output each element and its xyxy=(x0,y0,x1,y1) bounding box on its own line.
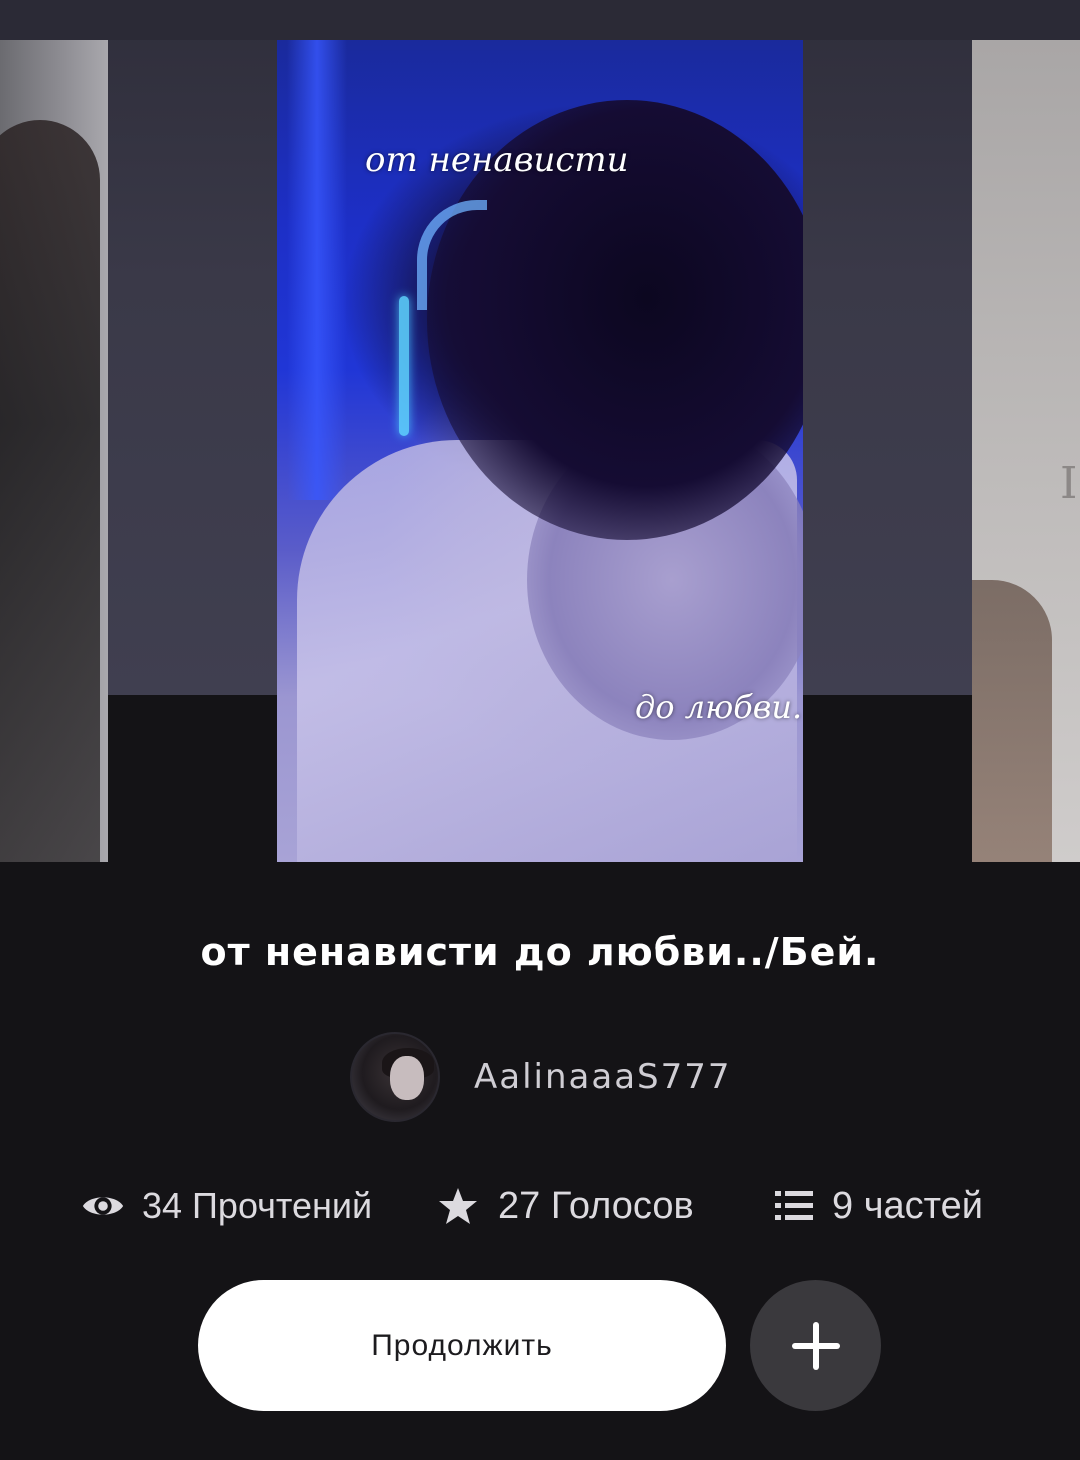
next-story-cover[interactable]: I xyxy=(972,40,1080,862)
votes-count: 27 Голосов xyxy=(498,1184,694,1227)
story-cover[interactable]: от ненависти до любви. xyxy=(277,40,803,862)
author-avatar[interactable] xyxy=(350,1032,440,1122)
cover-letter: I xyxy=(1060,458,1078,509)
headphone-arc xyxy=(417,200,487,310)
parts-stat: 9 частей xyxy=(774,1185,983,1228)
votes-stat: 27 Голосов xyxy=(438,1185,774,1228)
headphone-light xyxy=(399,296,409,436)
cover-caption-bottom: до любви. xyxy=(635,688,803,726)
backdrop-top-strip xyxy=(0,0,1080,40)
cover-light xyxy=(287,40,347,500)
story-detail-screen: I от ненависти до любви. от ненависти до… xyxy=(0,0,1080,1460)
reads-count: 34 Прочтений xyxy=(142,1185,373,1226)
story-title: от ненависти до любви../Бей. xyxy=(200,930,880,974)
eye-icon xyxy=(82,1197,124,1215)
previous-story-cover[interactable] xyxy=(0,40,108,862)
cover-caption-top: от ненависти xyxy=(365,140,629,180)
reads-stat: 34 Прочтений xyxy=(80,1183,438,1229)
list-icon xyxy=(775,1191,813,1220)
author-link[interactable]: AalinaaaS777 xyxy=(350,1032,732,1122)
parts-count: 9 частей xyxy=(832,1184,983,1227)
cover-figure xyxy=(0,120,100,862)
author-name[interactable]: AalinaaaS777 xyxy=(474,1057,732,1097)
story-stats: 34 Прочтений 27 Голосов 9 частей xyxy=(80,1176,1020,1236)
star-icon xyxy=(439,1188,477,1224)
plus-icon xyxy=(791,1321,840,1370)
continue-reading-button[interactable]: Продолжить xyxy=(198,1280,726,1411)
cover-figure xyxy=(972,580,1052,862)
avatar-face xyxy=(390,1056,424,1100)
add-to-library-button[interactable] xyxy=(750,1280,881,1411)
